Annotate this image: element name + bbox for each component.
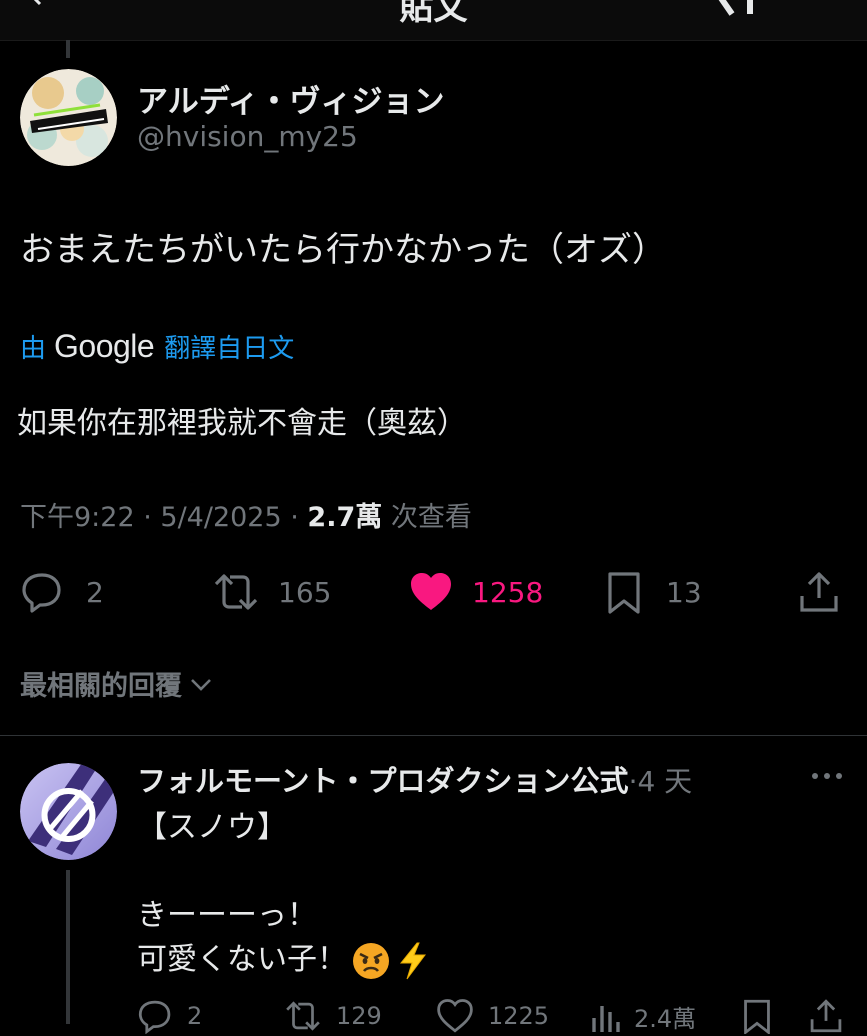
reply-display-name[interactable]: フォルモーント・プロダクション公式 xyxy=(137,764,629,798)
thread-connector xyxy=(66,40,70,58)
bookmark-icon xyxy=(608,572,640,614)
chevron-down-icon xyxy=(191,678,211,691)
reply-icon xyxy=(22,573,61,613)
reply-like-count: 1225 xyxy=(488,1002,550,1030)
bookmark-icon xyxy=(744,999,770,1034)
post-action-bar: 2 165 1258 13 xyxy=(0,566,867,618)
reply-line: 【スノウ】 xyxy=(137,810,287,845)
reply-line-text: 可愛くない子！ xyxy=(137,942,347,977)
display-name[interactable]: アルディ・ヴィジョン xyxy=(137,76,445,121)
bookmark-button[interactable]: 13 xyxy=(606,566,702,618)
divider xyxy=(0,735,867,736)
reply-line: 可愛くない子！ xyxy=(137,938,429,982)
angry-face-emoji-icon xyxy=(353,942,389,979)
reply-views-button[interactable]: 2.4萬 xyxy=(590,996,696,1036)
repost-button[interactable]: 165 xyxy=(212,566,331,618)
reply-action-bar: 2 129 1225 2.4萬 xyxy=(0,996,867,1036)
views-icon xyxy=(592,1006,620,1032)
grok-icon[interactable] xyxy=(708,0,760,18)
heart-icon xyxy=(437,999,473,1033)
like-button[interactable]: 1258 xyxy=(408,566,543,618)
top-bar: 貼文 xyxy=(0,0,867,41)
reply-views-count: 2.4萬 xyxy=(634,1004,697,1033)
reply-button[interactable]: 2 xyxy=(20,566,104,618)
reply-line xyxy=(137,850,429,894)
reply-time[interactable]: ·4 天 xyxy=(629,765,693,798)
translated-text: 如果你在那裡我就不會走（奧茲） xyxy=(17,406,467,441)
reply-bookmark-button[interactable] xyxy=(742,996,772,1036)
google-logo: Google xyxy=(54,327,155,364)
reply-share-button[interactable] xyxy=(808,996,844,1036)
share-icon xyxy=(810,999,842,1033)
views-count[interactable]: 2.7萬 xyxy=(307,502,382,533)
repost-count: 165 xyxy=(278,575,332,609)
reply-sort-dropdown[interactable]: 最相關的回覆 xyxy=(20,664,214,703)
share-icon xyxy=(800,572,838,612)
reply-repost-button[interactable]: 129 xyxy=(284,996,382,1036)
reply-repost-count: 129 xyxy=(336,1002,382,1030)
reply-icon xyxy=(138,1000,171,1034)
meta-separator: · xyxy=(281,502,308,533)
translation-prefix: 由 xyxy=(20,333,47,364)
post-meta: 下午9:22 · 5/4/2025 · 2.7萬 次查看 xyxy=(20,495,472,534)
more-icon[interactable] xyxy=(810,766,844,786)
reply-text: 【スノウ】 きーーーっ！ 可愛くない子！ xyxy=(137,806,429,982)
bookmark-count: 13 xyxy=(666,575,702,609)
reply-count: 2 xyxy=(86,575,104,609)
heart-icon xyxy=(411,573,451,610)
post-date[interactable]: 5/4/2025 xyxy=(160,502,281,533)
reply-sort-label: 最相關的回覆 xyxy=(20,671,182,702)
reply-avatar[interactable] xyxy=(20,763,117,860)
translation-suffix: 翻譯自日文 xyxy=(164,333,295,364)
repost-icon xyxy=(214,574,258,610)
repost-icon xyxy=(286,1001,320,1031)
views-label: 次查看 xyxy=(390,502,472,533)
reply-reply-button[interactable]: 2 xyxy=(137,996,202,1036)
reply-line: きーーーっ！ xyxy=(137,898,317,933)
avatar[interactable] xyxy=(20,69,117,166)
reply-like-button[interactable]: 1225 xyxy=(436,996,549,1036)
reply-reply-count: 2 xyxy=(187,1002,203,1030)
avatar-logo-image xyxy=(20,69,117,166)
like-count: 1258 xyxy=(472,575,544,609)
reply-header: フォルモーント・プロダクション公式·4 天 xyxy=(137,758,692,800)
post-time[interactable]: 下午9:22 xyxy=(20,502,135,533)
meta-separator: · xyxy=(134,502,161,533)
translation-attribution[interactable]: 由 Google 翻譯自日文 xyxy=(20,324,294,368)
user-handle[interactable]: @hvision_my25 xyxy=(137,120,358,153)
lightning-emoji-icon xyxy=(399,942,426,979)
reply-avatar-logo-image xyxy=(20,763,117,860)
share-button[interactable] xyxy=(798,566,840,618)
post-text: おまえたちがいたら行かなかった（オズ） xyxy=(20,230,666,270)
